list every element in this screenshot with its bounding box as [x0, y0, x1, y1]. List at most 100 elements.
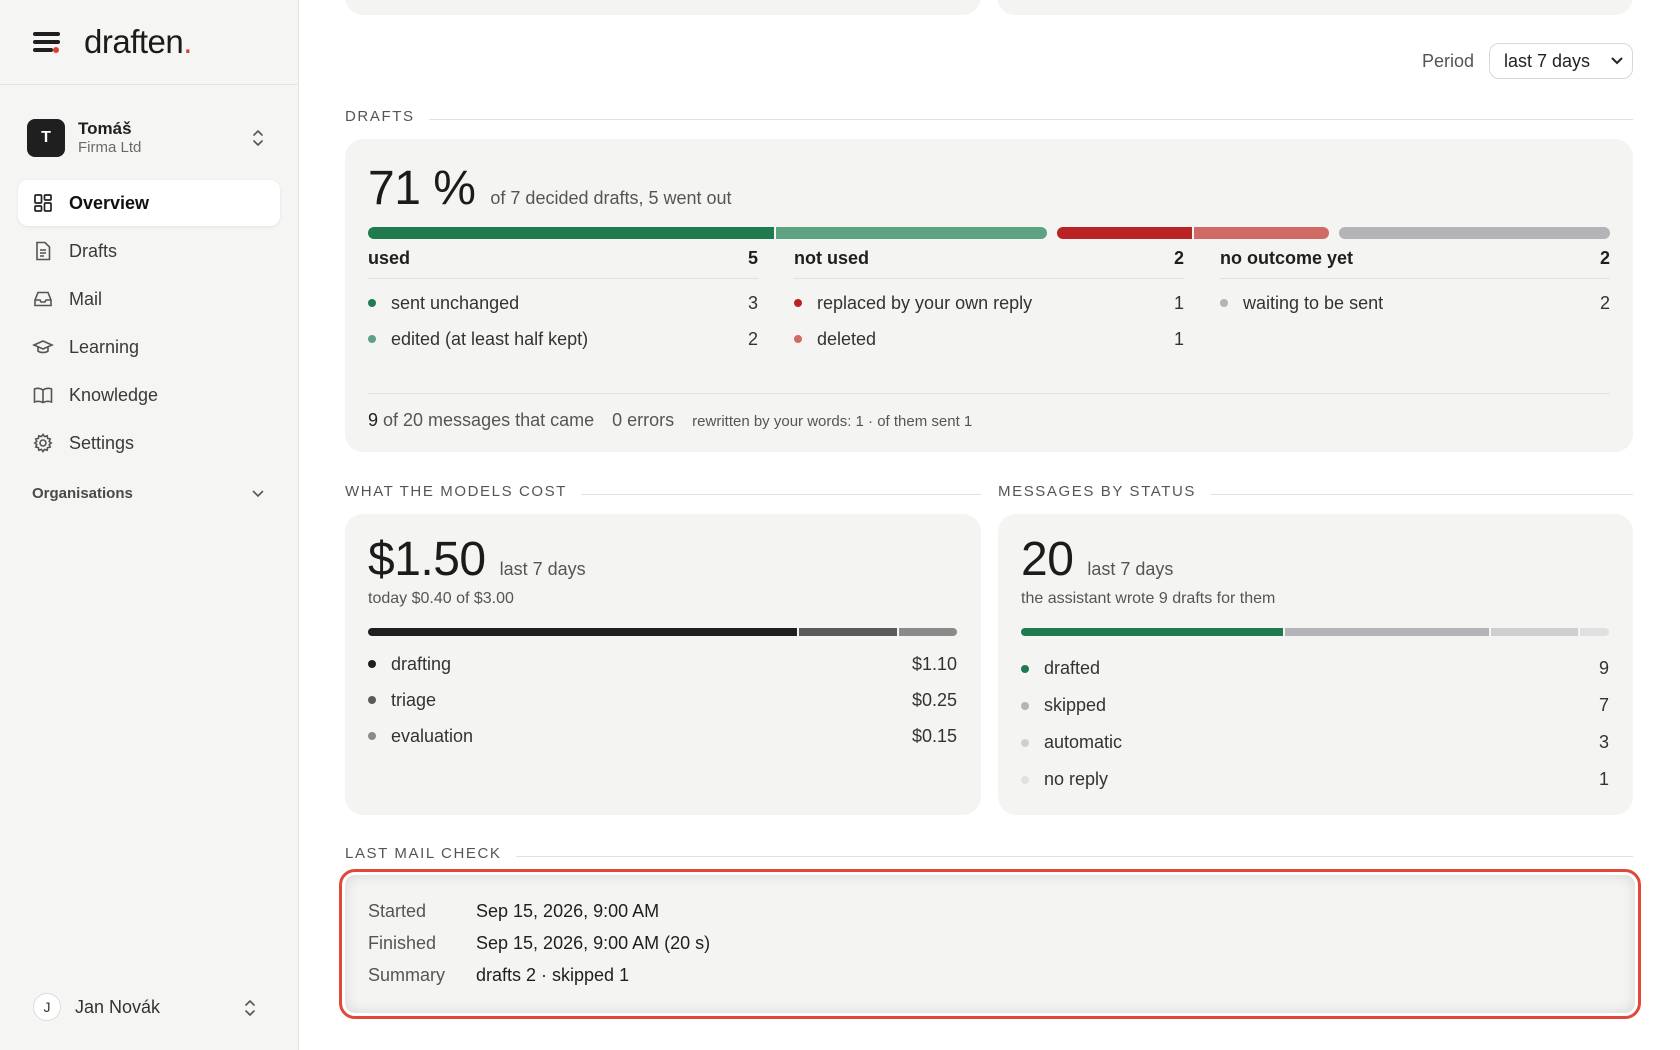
row-label: automatic — [1044, 732, 1123, 752]
group-title: not used — [794, 248, 869, 268]
row-label: triage — [391, 689, 437, 710]
book-icon — [33, 387, 53, 404]
section-header-costs: WHAT THE MODELS COST — [345, 483, 981, 500]
list-item: waiting to be sent 2 — [1220, 285, 1610, 321]
status-dot — [368, 660, 376, 668]
nav-item-drafts[interactable]: Drafts — [18, 228, 280, 274]
group-used: used 5 sent unchanged 3 edited (at least h… — [368, 239, 758, 357]
costs-card: $1.50 last 7 days today $0.40 of $3.00 d… — [345, 514, 981, 815]
status-dot — [794, 299, 802, 307]
graduation-cap-icon — [32, 340, 54, 354]
row-label: waiting to be sent — [1243, 292, 1384, 313]
row-value: 3 — [747, 292, 758, 313]
nav-label-learning: Learning — [69, 336, 140, 357]
nav-label-knowledge: Knowledge — [69, 384, 159, 405]
row-label: drafting — [391, 653, 452, 674]
row-value: $0.15 — [911, 725, 957, 746]
group-count: 5 — [747, 248, 758, 268]
list-item: no reply 1 — [1021, 761, 1609, 798]
account-avatar: T — [27, 119, 65, 157]
organisations-label: Organisations — [32, 485, 133, 502]
bar-segment — [1490, 628, 1578, 636]
drafts-card: 71 % of 7 decided drafts, 5 went out use… — [345, 139, 1633, 452]
user-name: Jan Novák — [75, 996, 161, 1017]
status-dot — [1021, 701, 1029, 710]
list-item: automatic 3 — [1021, 724, 1609, 761]
nav-item-overview[interactable]: Overview — [18, 180, 280, 226]
chevron-up-down-icon — [245, 1000, 255, 1016]
mail-check-card: Started Sep 15, 2026, 9:00 AM Finished Sep… — [339, 869, 1641, 1019]
row-label: evaluation — [391, 725, 474, 746]
status-dot — [1021, 775, 1029, 784]
main-nav: Overview Drafts Mail Learning Knowledge — [18, 180, 280, 468]
period-select[interactable]: last 7 days — [1489, 43, 1633, 79]
section-title: DRAFTS — [345, 108, 415, 125]
section-header-mail-check: LAST MAIL CHECK — [345, 845, 1633, 862]
nav-item-settings[interactable]: Settings — [18, 420, 280, 466]
row-value: 1 — [1598, 769, 1609, 789]
row-value: 1 — [1173, 328, 1184, 349]
group-title: used — [368, 248, 411, 268]
logo[interactable]: draften. — [84, 23, 192, 61]
card-stub — [997, 0, 1633, 15]
drafts-subtitle: of 7 decided drafts, 5 went out — [490, 188, 732, 208]
row-label: drafted — [1044, 658, 1101, 678]
errors-count: 0 errors — [612, 410, 675, 430]
chevron-up-down-icon — [253, 130, 263, 146]
row-value: 2 — [1599, 292, 1610, 313]
bar-segment — [1339, 227, 1610, 239]
group-not-used: not used 2 replaced by your own reply 1 de… — [794, 239, 1184, 357]
cost-today: today $0.40 of $3.00 — [368, 590, 514, 607]
menu-icon[interactable] — [33, 31, 60, 53]
list-item: sent unchanged 3 — [368, 285, 758, 321]
list-item: edited (at least half kept) 2 — [368, 321, 758, 357]
period-value: last 7 days — [1504, 50, 1591, 71]
group-title: no outcome yet — [1220, 248, 1354, 268]
document-icon — [36, 241, 51, 261]
bar-segment — [1194, 227, 1330, 239]
nav-item-knowledge[interactable]: Knowledge — [18, 372, 280, 418]
chevron-down-icon — [252, 490, 264, 497]
bar-segment — [368, 227, 774, 239]
organisations-toggle[interactable]: Organisations — [32, 485, 264, 502]
main-content: Period last 7 days DRAFTS 71 % of 7 deci… — [339, 0, 1641, 1050]
row-value: $1.10 — [911, 653, 957, 674]
user-avatar: J — [33, 993, 61, 1021]
period-label: Period — [1421, 50, 1474, 71]
account-switcher[interactable]: T Tomáš Firma Ltd — [27, 116, 272, 160]
status-dot — [368, 335, 376, 343]
drafts-outcome-bar — [368, 227, 1610, 239]
bar-segment — [1284, 628, 1489, 636]
list-item: drafting $1.10 — [368, 646, 957, 682]
row-label: sent unchanged — [391, 292, 520, 313]
section-header-status: MESSAGES BY STATUS — [998, 483, 1633, 500]
nav-item-mail[interactable]: Mail — [18, 276, 280, 322]
cost-period: last 7 days — [499, 559, 586, 579]
list-item: skipped 7 — [1021, 687, 1609, 724]
bar-segment — [799, 628, 897, 636]
row-label: edited (at least half kept) — [391, 328, 589, 349]
user-menu[interactable]: J Jan Novák — [33, 993, 265, 1021]
cost-breakdown-bar — [368, 628, 957, 636]
row-value: 3 — [1598, 732, 1609, 752]
status-card: 20 last 7 days the assistant wrote 9 dra… — [998, 514, 1633, 815]
bar-segment — [368, 628, 797, 636]
messages-count: 9 of 20 messages that came — [368, 410, 595, 430]
status-period: last 7 days — [1087, 559, 1174, 579]
status-dot — [368, 299, 376, 307]
nav-label-drafts: Drafts — [69, 240, 118, 261]
status-dot — [1021, 664, 1029, 673]
grid-icon — [34, 194, 52, 212]
row-label: no reply — [1044, 769, 1109, 789]
row-label: deleted — [817, 328, 877, 349]
list-item: replaced by your own reply 1 — [794, 285, 1184, 321]
period-control: Period last 7 days — [1422, 43, 1633, 79]
row-label: replaced by your own reply — [817, 292, 1033, 313]
nav-item-learning[interactable]: Learning — [18, 324, 280, 370]
inbox-icon — [34, 291, 52, 307]
gear-icon — [33, 433, 53, 453]
bar-segment — [776, 227, 1047, 239]
section-title: MESSAGES BY STATUS — [998, 483, 1197, 500]
account-name: Tomáš — [78, 119, 132, 138]
group-count: 2 — [1599, 248, 1610, 268]
